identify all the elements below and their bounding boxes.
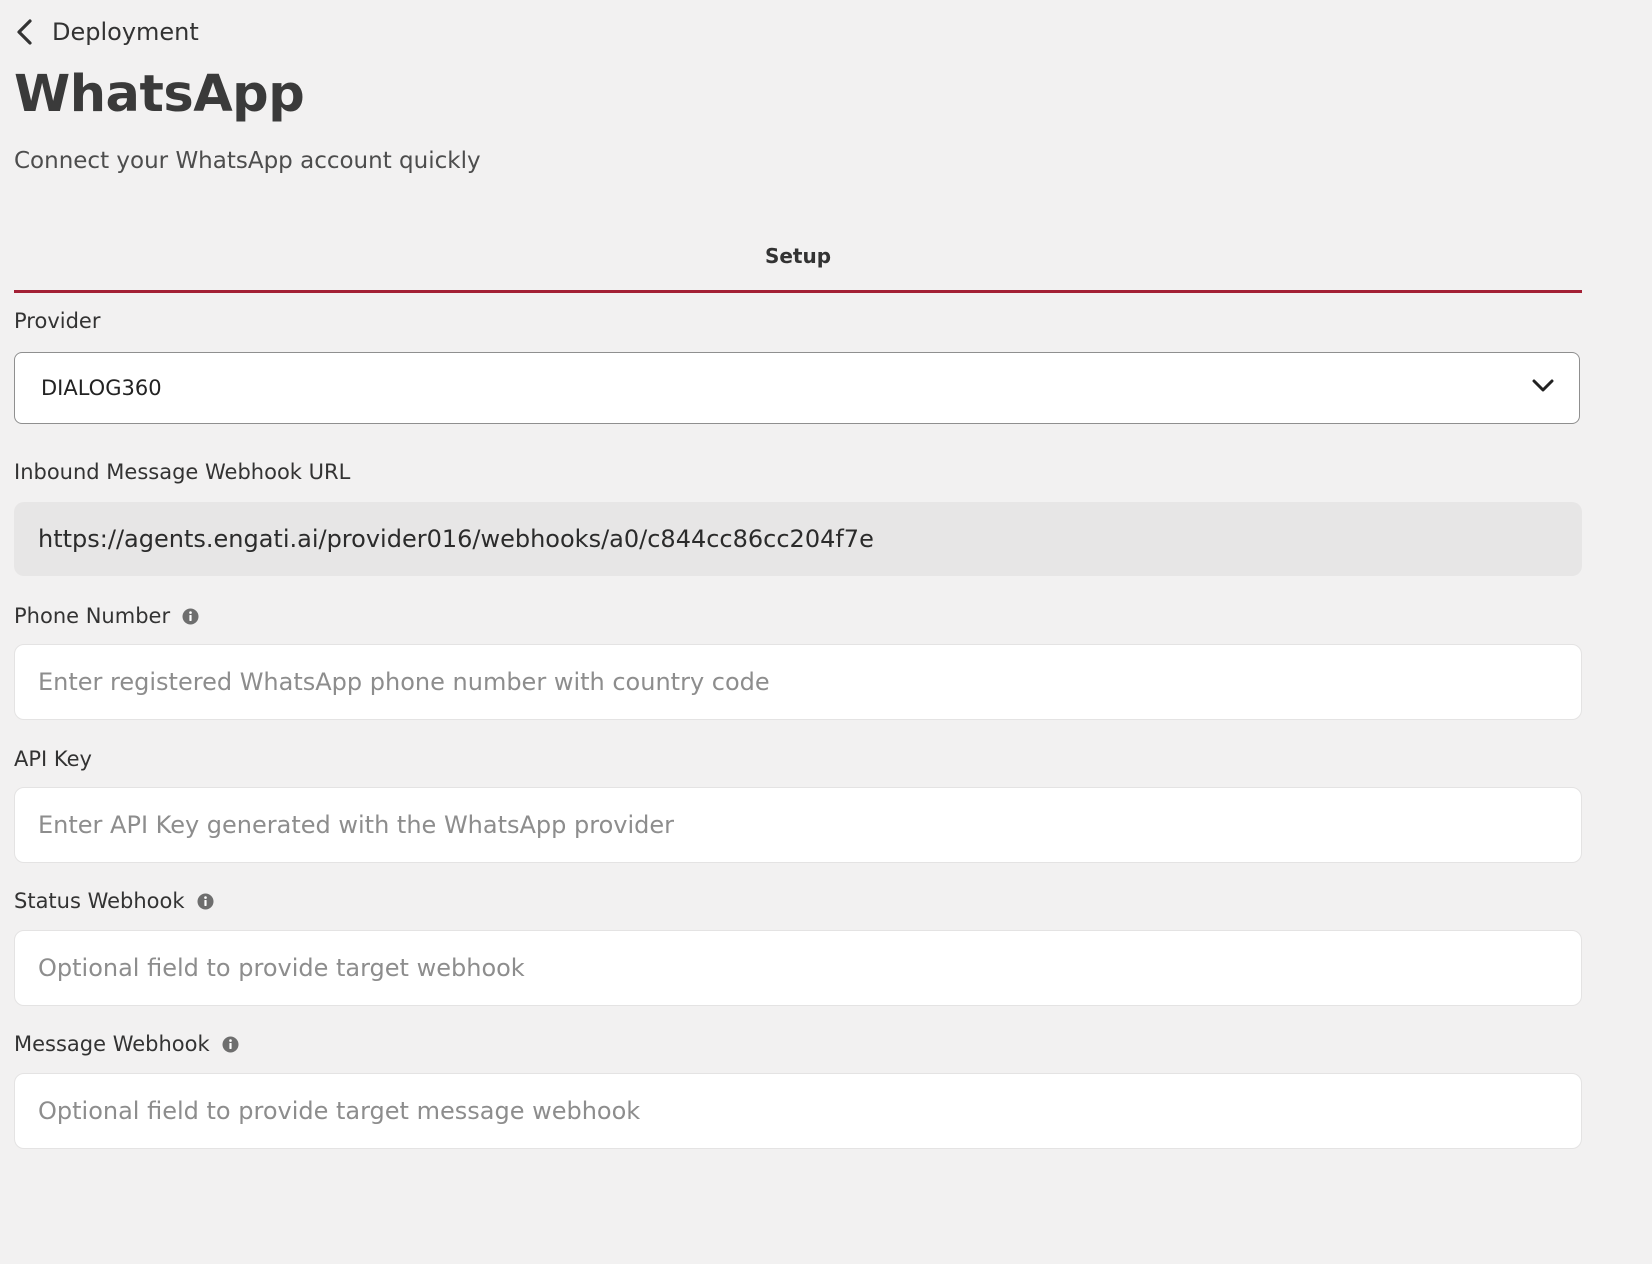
status-webhook-input[interactable] — [14, 930, 1582, 1006]
page-title: WhatsApp — [14, 65, 305, 124]
chevron-down-icon — [1531, 378, 1555, 398]
info-icon[interactable] — [222, 1036, 239, 1053]
status-webhook-label-text: Status Webhook — [14, 889, 185, 913]
tab-setup[interactable]: Setup — [14, 244, 1582, 268]
inbound-webhook-label-text: Inbound Message Webhook URL — [14, 460, 351, 484]
message-webhook-input[interactable] — [14, 1073, 1582, 1149]
info-icon[interactable] — [197, 893, 214, 910]
status-webhook-label: Status Webhook — [14, 889, 214, 913]
page-subtitle: Connect your WhatsApp account quickly — [14, 148, 481, 174]
provider-select-value: DIALOG360 — [41, 376, 162, 400]
inbound-webhook-url-field[interactable]: https://agents.engati.ai/provider016/web… — [14, 502, 1582, 576]
info-icon[interactable] — [182, 608, 199, 625]
api-key-label: API Key — [14, 747, 92, 771]
back-link[interactable]: Deployment — [14, 14, 199, 50]
back-link-label: Deployment — [52, 18, 199, 46]
tab-bar: Setup — [14, 226, 1582, 293]
provider-label-text: Provider — [14, 309, 101, 333]
api-key-input[interactable] — [14, 787, 1582, 863]
phone-number-label: Phone Number — [14, 604, 199, 628]
provider-select[interactable]: DIALOG360 — [14, 352, 1580, 424]
message-webhook-label-text: Message Webhook — [14, 1032, 210, 1056]
phone-number-label-text: Phone Number — [14, 604, 171, 628]
api-key-label-text: API Key — [14, 747, 92, 771]
phone-number-input[interactable] — [14, 644, 1582, 720]
chevron-left-icon — [14, 18, 36, 46]
inbound-webhook-label: Inbound Message Webhook URL — [14, 460, 350, 484]
provider-label: Provider — [14, 309, 100, 333]
message-webhook-label: Message Webhook — [14, 1032, 239, 1056]
